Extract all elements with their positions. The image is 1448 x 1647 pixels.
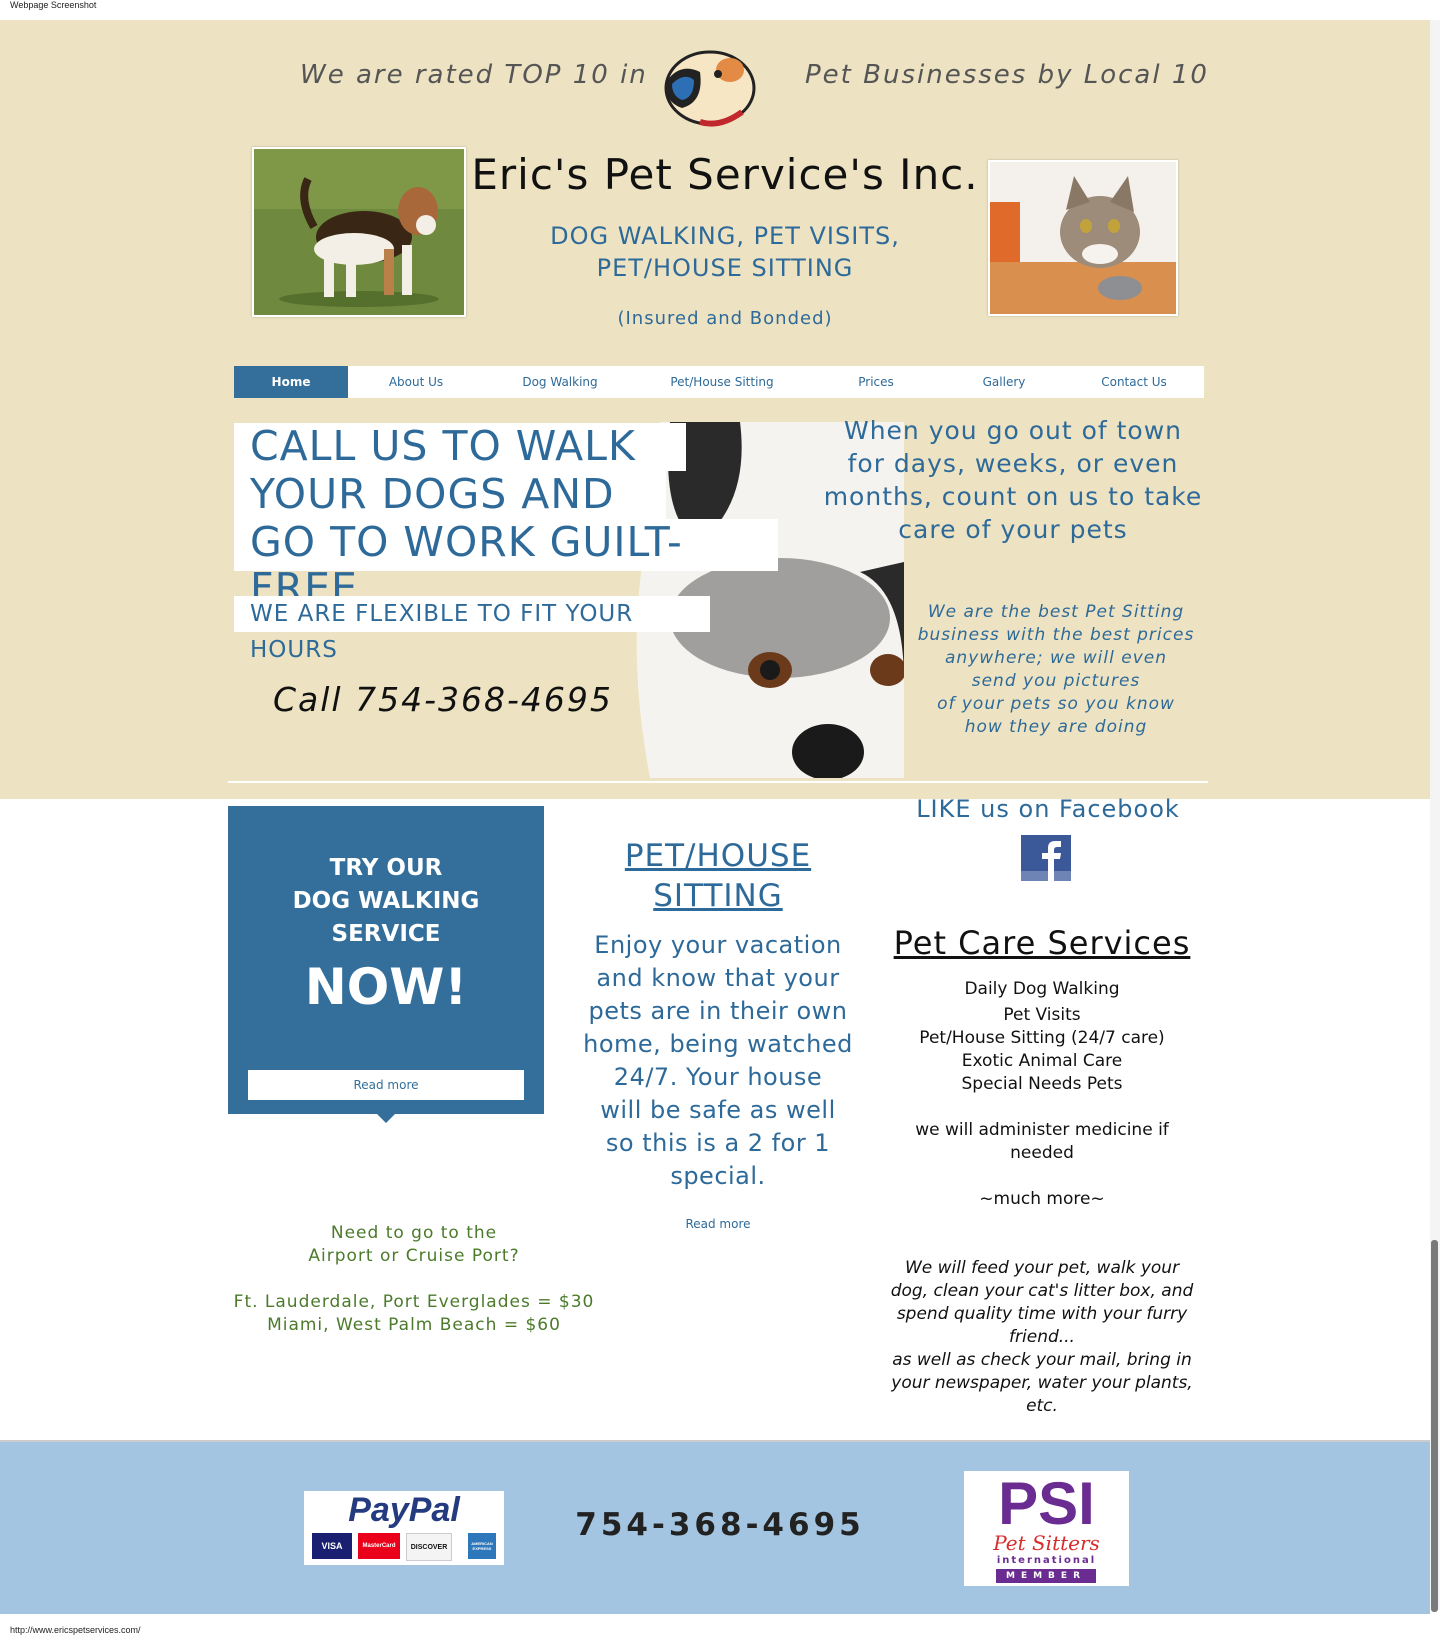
sitting-line: pets are in their own (588, 997, 848, 1025)
service-item: Exotic Animal Care (961, 1051, 1123, 1071)
nav-prices[interactable]: Prices (808, 366, 944, 398)
airport-line: Miami, West Palm Beach = $60 (267, 1315, 561, 1335)
nav-contact-us[interactable]: Contact Us (1064, 366, 1204, 398)
dog-walking-promo-box: TRY OUR DOG WALKING SERVICE NOW! Read mo… (228, 806, 544, 1114)
out-of-town-text: When you go out of town for days, weeks,… (818, 414, 1208, 546)
airport-line: Need to go to the (330, 1223, 498, 1243)
airport-spacer (228, 1268, 600, 1291)
nav-pet-house-sitting[interactable]: Pet/House Sitting (636, 366, 808, 398)
out-of-town-line: for days, weeks, or even (847, 449, 1179, 478)
browser-caption-bar: Webpage Screenshot (0, 0, 1448, 20)
pet-house-sitting-heading[interactable]: PET/HOUSE SITTING (570, 836, 866, 916)
header-divider (228, 781, 1208, 783)
beagle-photo (252, 147, 466, 317)
services-line-1: DOG WALKING, PET VISITS, (550, 222, 900, 250)
medicine-line: we will administer medicine if (915, 1120, 1169, 1140)
facebook-like-text: LIKE us on Facebook (916, 795, 1180, 823)
best-pet-sitting-text: We are the best Pet Sitting business wit… (906, 601, 1206, 739)
feed-description: We will feed your pet, walk your dog, cl… (880, 1257, 1204, 1418)
visa-card-icon: VISA (312, 1533, 352, 1559)
sitting-heading-line[interactable]: SITTING (570, 876, 866, 916)
feed-line: etc. (1026, 1396, 1058, 1416)
promo-line: TRY OUR (329, 855, 443, 881)
promo-now: NOW! (304, 958, 468, 1016)
discover-card-icon: DISCOVER (406, 1533, 452, 1561)
paypal-logo-text: PayPal (348, 1491, 460, 1529)
sitting-line: so this is a 2 for 1 (605, 1129, 831, 1157)
rated-left-text: We are rated TOP 10 in (300, 60, 648, 90)
scrollbar-thumb[interactable] (1431, 1240, 1438, 1612)
dog-logo (660, 42, 760, 132)
hero-headline-line-1: CALL US TO WALK (234, 423, 686, 471)
services-line-2: PET/HOUSE SITTING (596, 254, 854, 282)
best-line: send you pictures (971, 671, 1141, 691)
service-item: Daily Dog Walking (964, 979, 1120, 999)
paypal-badge[interactable]: PayPal VISA MasterCard DISCOVER AMERICAN… (304, 1491, 504, 1565)
sitting-heading-line[interactable]: PET/HOUSE (570, 836, 866, 876)
flexible-hours-text: WE ARE FLEXIBLE TO FIT YOUR HOURS (234, 596, 710, 663)
much-more-text: ~much more~ (979, 1189, 1105, 1209)
status-url: http://www.ericspetservices.com/ (10, 1625, 141, 1635)
feed-line: spend quality time with your furry (896, 1304, 1188, 1324)
nav-home[interactable]: Home (234, 366, 348, 398)
service-item: Pet Visits (1003, 1005, 1081, 1025)
best-line: We are the best Pet Sitting (927, 602, 1185, 622)
pet-care-services-heading: Pet Care Services (893, 924, 1191, 962)
sitting-line: home, being watched (583, 1030, 853, 1058)
out-of-town-line: care of your pets (898, 515, 1128, 544)
airport-info: Need to go to the Airport or Cruise Port… (228, 1222, 600, 1337)
sitting-read-more-link[interactable]: Read more (570, 1217, 866, 1231)
best-line: anywhere; we will even (945, 648, 1167, 668)
nav-gallery[interactable]: Gallery (944, 366, 1064, 398)
feed-line: as well as check your mail, bring in (892, 1350, 1192, 1370)
insured-text: (Insured and Bonded) (617, 308, 833, 329)
pet-house-sitting-body: Enjoy your vacation and know that your p… (570, 929, 866, 1193)
nav-about-us[interactable]: About Us (348, 366, 484, 398)
services-spacer (880, 1096, 1204, 1119)
browser-caption: Webpage Screenshot (10, 0, 97, 10)
airport-line: Ft. Lauderdale, Port Everglades = $30 (233, 1292, 595, 1312)
nav-dog-walking[interactable]: Dog Walking (484, 366, 636, 398)
services-spacer (880, 1165, 1204, 1188)
out-of-town-line: months, count on us to take (823, 482, 1203, 511)
out-of-town-line: When you go out of town (843, 416, 1183, 445)
psi-pet-sitters-text: Pet Sitters (993, 1531, 1100, 1555)
sitting-line: and know that your (596, 964, 840, 992)
feed-line: We will feed your pet, walk your (904, 1258, 1180, 1278)
psi-international-text: international (996, 1555, 1097, 1566)
feed-line: friend... (1009, 1327, 1075, 1347)
hero-headline-line-3: GO TO WORK GUILT-FREE (234, 519, 778, 611)
sitting-line: will be safe as well (600, 1096, 836, 1124)
promo-box-pointer (376, 1113, 396, 1123)
call-phone-text: Call 754-368-4695 (273, 680, 613, 719)
mastercard-icon: MasterCard (358, 1533, 400, 1559)
page-title: Eric's Pet Service's Inc. (471, 150, 979, 199)
service-item: Pet/House Sitting (24/7 care) (919, 1028, 1165, 1048)
promo-line: SERVICE (331, 921, 441, 947)
amex-card-icon: AMERICAN EXPRESS (468, 1533, 496, 1559)
sitting-line: Enjoy your vacation (594, 931, 842, 959)
services-list: Daily Dog Walking Pet Visits Pet/House S… (880, 978, 1204, 1211)
airport-line: Airport or Cruise Port? (308, 1246, 520, 1266)
rated-right-text: Pet Businesses by Local 10 (805, 60, 1209, 90)
best-line: how they are doing (964, 717, 1148, 737)
feed-line: your newspaper, water your plants, (891, 1373, 1193, 1393)
best-line: of your pets so you know (937, 694, 1175, 714)
promo-read-more-button[interactable]: Read more (248, 1070, 524, 1100)
psi-member-text: MEMBER (996, 1569, 1096, 1583)
psi-logo-text: PSI (998, 1470, 1095, 1537)
footer-phone: 754-368-4695 (575, 1507, 865, 1543)
feed-line: dog, clean your cat's litter box, and (890, 1281, 1194, 1301)
medicine-line: needed (1010, 1143, 1074, 1163)
promo-line: DOG WALKING (292, 888, 480, 914)
sitting-line: 24/7. Your house (613, 1063, 823, 1091)
hero-headline-line-2: YOUR DOGS AND (234, 471, 666, 519)
best-line: business with the best prices (917, 625, 1195, 645)
facebook-icon[interactable] (1021, 835, 1071, 881)
main-nav: Home About Us Dog Walking Pet/House Sitt… (234, 366, 1204, 398)
service-item: Special Needs Pets (961, 1074, 1123, 1094)
psi-member-badge[interactable]: PSI Pet Sitters international MEMBER (964, 1471, 1129, 1586)
cat-photo (988, 160, 1178, 316)
sitting-line: special. (670, 1162, 766, 1190)
